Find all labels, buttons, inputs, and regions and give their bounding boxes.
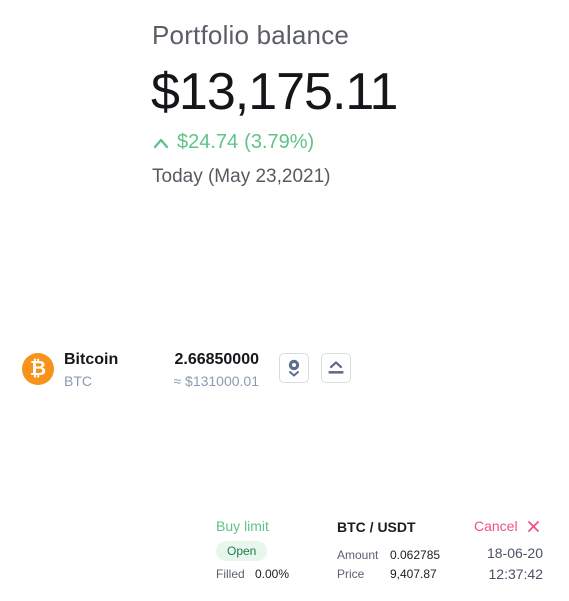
order-date: 18-06-20	[486, 545, 543, 561]
asset-name: Bitcoin	[64, 351, 119, 368]
filled-label: Filled	[216, 567, 245, 581]
filled-value: 0.00%	[255, 567, 290, 581]
price-value: 9,407.87	[390, 567, 437, 581]
close-icon	[527, 520, 539, 532]
order-status-badge: Open	[216, 541, 268, 561]
portfolio-change: $24.74 (3.79%)	[153, 131, 314, 154]
portfolio-date: Today (May 23,2021)	[152, 166, 331, 187]
change-amount: $24.74	[177, 131, 239, 153]
portfolio-balance: $13,175.11	[151, 63, 398, 121]
amount-label: Amount	[337, 548, 379, 562]
deposit-button[interactable]	[279, 353, 309, 383]
amount-value: 0.062785	[390, 548, 441, 562]
cancel-order-button[interactable]: Cancel	[474, 518, 539, 534]
withdraw-icon	[328, 361, 344, 374]
change-percent: (3.79%)	[244, 131, 315, 153]
order-type: Buy limit	[216, 518, 269, 534]
asset-row-bitcoin[interactable]: ₿ Bitcoin BTC 2.66850000 ≈ $131000.01	[22, 350, 362, 390]
cancel-label: Cancel	[474, 518, 518, 534]
withdraw-button[interactable]	[321, 353, 351, 383]
asset-amount: 2.66850000	[174, 351, 259, 368]
bitcoin-logo-icon: ₿	[22, 353, 54, 385]
portfolio-label: Portfolio balance	[152, 20, 350, 50]
deposit-icon	[288, 359, 300, 377]
asset-symbol: BTC	[64, 373, 92, 389]
asset-fiat-value: ≈ $131000.01	[173, 373, 259, 389]
order-time: 12:37:42	[488, 566, 544, 582]
order-pair: BTC / USDT	[337, 519, 416, 535]
open-order-card: Buy limit Open Filled 0.00% BTC / USDT A…	[216, 516, 546, 586]
price-label: Price	[337, 567, 365, 581]
arrow-up-icon	[153, 138, 169, 148]
